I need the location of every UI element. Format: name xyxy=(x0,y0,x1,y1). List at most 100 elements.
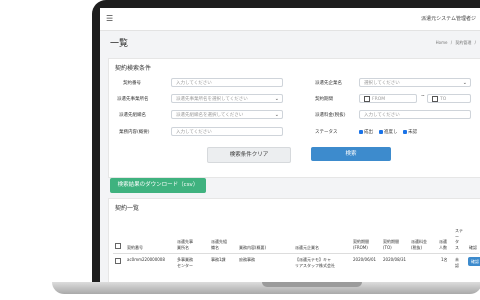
cell-contract-no[interactable]: ac0mm220000008 xyxy=(127,257,165,263)
breadcrumb-separator: / xyxy=(474,40,476,45)
header-line: 織名 xyxy=(211,244,219,250)
client-company-select[interactable]: 選択してください ⌄ xyxy=(359,78,471,87)
client-company-label: 派遣先企業名 xyxy=(315,81,342,86)
status-label: ステータス xyxy=(315,130,338,135)
select-all-checkbox[interactable] xyxy=(115,243,121,249)
cell-vendor: 【派遣元テモ】キャ リアスタッフ株式会社 xyxy=(295,257,335,268)
work-input[interactable]: 入力してください xyxy=(171,127,283,136)
status-checkbox-2[interactable]: 進度し xyxy=(379,129,398,135)
header-line: ステ xyxy=(455,228,463,233)
cell-client-company: 多事業務 センター xyxy=(177,257,193,268)
contract-list-title: 契約一覧 xyxy=(115,205,140,212)
header-line: 派遣料金 xyxy=(411,239,427,244)
status-checkbox-3[interactable]: 未認 xyxy=(403,129,417,135)
client-office-label: 派遣先事業所名 xyxy=(117,97,149,102)
period-to-placeholder: TO xyxy=(440,97,447,102)
header-client-company[interactable]: 派遣先事 業所名 xyxy=(177,239,193,250)
breadcrumb-home[interactable]: Home xyxy=(436,40,448,45)
header-line: ス xyxy=(455,244,459,250)
period-from-placeholder: FROM xyxy=(372,97,386,102)
laptop-frame: ☰ 派遣元システム管理者ジ 一覧 Home / 契約管理 / 契約検索条件 契約… xyxy=(52,0,480,296)
header-count[interactable]: 派遣 人数 xyxy=(439,239,447,250)
amount-input[interactable]: 入力してください xyxy=(359,110,471,119)
table-header: 契約番号 派遣先事 業所名 派遣先組 織名 業務内容(概要) 派遣元企業名 契約… xyxy=(113,221,479,254)
client-company-value: 選択してください xyxy=(364,81,400,86)
status-checkbox-1[interactable]: 成出 xyxy=(359,129,373,135)
header-line: 契約期間 xyxy=(353,239,369,244)
laptop-base-notch xyxy=(262,282,362,287)
search-button[interactable]: 検索 xyxy=(311,147,391,161)
system-name: 派遣元システム管理者ジ xyxy=(421,16,476,22)
page-title: 一覧 xyxy=(110,39,129,49)
table-row[interactable]: ac0mm220000008 多事業務 センター 事務1課 庶務事務 【派遣元テ… xyxy=(113,255,480,271)
chevron-down-icon: ⌄ xyxy=(462,80,467,86)
header-confirm: 確認 xyxy=(469,244,477,250)
breadcrumb: Home / 契約管理 / xyxy=(434,40,476,46)
breadcrumb-contract[interactable]: 契約管理 xyxy=(455,40,471,45)
status-option-label: 未認 xyxy=(408,130,417,135)
app-screen: ☰ 派遣元システム管理者ジ 一覧 Home / 契約管理 / 契約検索条件 契約… xyxy=(100,8,480,284)
calendar-icon xyxy=(432,95,438,102)
header-vendor[interactable]: 派遣元企業名 xyxy=(295,245,319,251)
row-checkbox[interactable] xyxy=(115,258,121,264)
cell-work: 庶務事務 xyxy=(239,257,255,262)
contract-list-panel: 契約一覧 契約番号 派遣先事 業所名 派遣先組 織名 業務内容(概要) 派遣元企… xyxy=(108,198,480,284)
chevron-down-icon: ⌄ xyxy=(274,96,279,102)
period-to-input[interactable]: TO xyxy=(427,94,471,103)
header-line: 業所名 xyxy=(177,244,189,250)
header-line: (FROM) xyxy=(353,244,368,250)
cell-count: 1名 xyxy=(441,257,448,262)
search-panel-title: 契約検索条件 xyxy=(115,65,152,72)
clear-conditions-button[interactable]: 検索条件クリア xyxy=(207,147,291,163)
cell-line: リアスタッフ株式会社 xyxy=(295,262,335,268)
period-from-input[interactable]: FROM xyxy=(359,94,417,103)
cell-line: 多事業務 xyxy=(177,257,193,262)
csv-download-button[interactable]: 検索結果のダウンロード（csv） xyxy=(110,178,206,193)
header-line: 派遣先事 xyxy=(177,239,193,244)
client-office-value: 派遣先事業所名を選択してください xyxy=(176,97,248,102)
search-panel: 契約検索条件 契約番号 入力してください 派遣先企業名 選択してください ⌄ 派… xyxy=(108,58,480,178)
header-period-from[interactable]: 契約期間 (FROM) xyxy=(353,239,369,250)
header-work[interactable]: 業務内容(概要) xyxy=(239,245,266,251)
header-line: 派遣先組 xyxy=(211,239,227,244)
chevron-down-icon: ⌄ xyxy=(274,112,279,118)
cell-status: 未 認 xyxy=(455,257,459,268)
client-org-select[interactable]: 派遣先組織名を選択してください ⌄ xyxy=(171,110,283,119)
header-amount[interactable]: 派遣料金 (税抜) xyxy=(411,239,427,250)
client-org-value: 派遣先組織名を選択してください xyxy=(176,113,244,118)
cell-period-to: 2020/08/31 xyxy=(383,257,407,262)
cell-line: 【派遣元テモ】キャ xyxy=(295,257,331,262)
cell-line: センター xyxy=(177,262,193,268)
hamburger-icon[interactable]: ☰ xyxy=(106,14,113,23)
cell-line: 認 xyxy=(455,262,459,268)
cell-line: 未 xyxy=(455,257,459,262)
header-line: 派遣 xyxy=(439,239,447,244)
client-office-select[interactable]: 派遣先事業所名を選択してください ⌄ xyxy=(171,94,283,103)
header-line: (税抜) xyxy=(411,244,423,250)
cell-org: 事務1課 xyxy=(211,257,226,262)
header-line: (TO) xyxy=(383,244,392,250)
period-label: 契約期間 xyxy=(315,97,333,102)
period-tilde: ~ xyxy=(421,94,425,99)
breadcrumb-separator: / xyxy=(450,40,453,45)
checkbox-checked-icon xyxy=(379,129,383,134)
header-line: 契約期間 xyxy=(383,239,399,244)
top-bar: ☰ 派遣元システム管理者ジ xyxy=(100,8,480,31)
header-period-to[interactable]: 契約期間 (TO) xyxy=(383,239,399,250)
checkbox-checked-icon xyxy=(359,129,363,134)
header-org[interactable]: 派遣先組 織名 xyxy=(211,239,227,250)
header-line: 人数 xyxy=(439,244,447,250)
header-status[interactable]: ステ ー タ ス xyxy=(455,228,463,250)
contract-no-input[interactable]: 入力してください xyxy=(171,78,283,87)
work-label: 業務内容(概要) xyxy=(119,130,150,135)
status-option-label: 進度し xyxy=(384,130,398,135)
client-org-label: 派遣先組織名 xyxy=(119,113,146,118)
checkbox-checked-icon xyxy=(403,129,407,134)
status-option-label: 成出 xyxy=(364,130,373,135)
confirm-button[interactable]: 確認 xyxy=(468,257,480,266)
header-contract-no[interactable]: 契約番号 xyxy=(127,245,143,251)
contract-no-label: 契約番号 xyxy=(123,81,141,86)
cell-period-from: 2020/06/01 xyxy=(353,257,377,262)
calendar-icon xyxy=(364,95,370,102)
amount-label: 派遣料金(税抜) xyxy=(315,113,346,118)
